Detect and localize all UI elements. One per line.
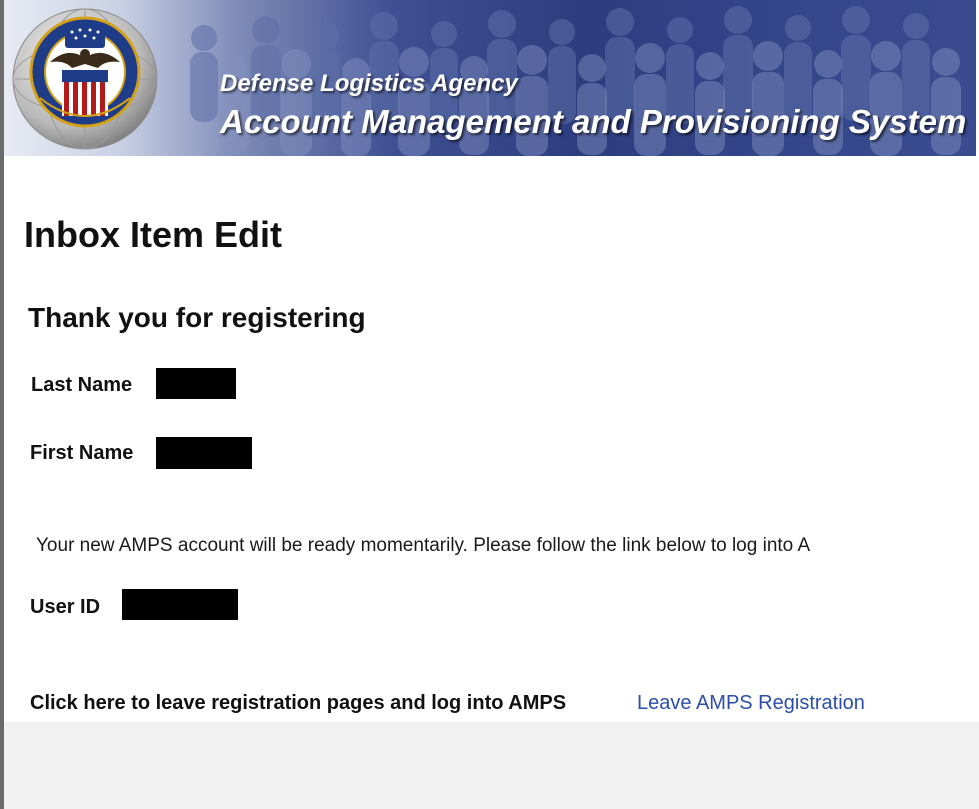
leave-registration-prompt: Click here to leave registration pages a…: [30, 692, 567, 714]
last-name-label: Last Name: [31, 374, 133, 396]
user-id-redacted-value: [122, 589, 238, 620]
leave-amps-registration-link[interactable]: Leave AMPS Registration: [637, 692, 865, 715]
page-title: Inbox Item Edit: [24, 214, 283, 255]
page: Defense Logistics Agency Account Managem…: [0, 0, 979, 809]
first-name-label: First Name: [30, 442, 134, 464]
first-name-redacted-value: [156, 437, 252, 469]
footer-area: [4, 722, 979, 809]
system-name: Account Management and Provisioning Syst…: [220, 103, 967, 140]
agency-name: Defense Logistics Agency: [220, 70, 518, 97]
section-title: Thank you for registering: [28, 302, 366, 333]
header-banner: Defense Logistics Agency Account Managem…: [4, 0, 976, 156]
last-name-redacted-value: [156, 368, 236, 399]
account-ready-message: Your new AMPS account will be ready mome…: [36, 535, 811, 556]
user-id-label: User ID: [30, 596, 101, 618]
dla-seal-icon: [12, 8, 158, 150]
